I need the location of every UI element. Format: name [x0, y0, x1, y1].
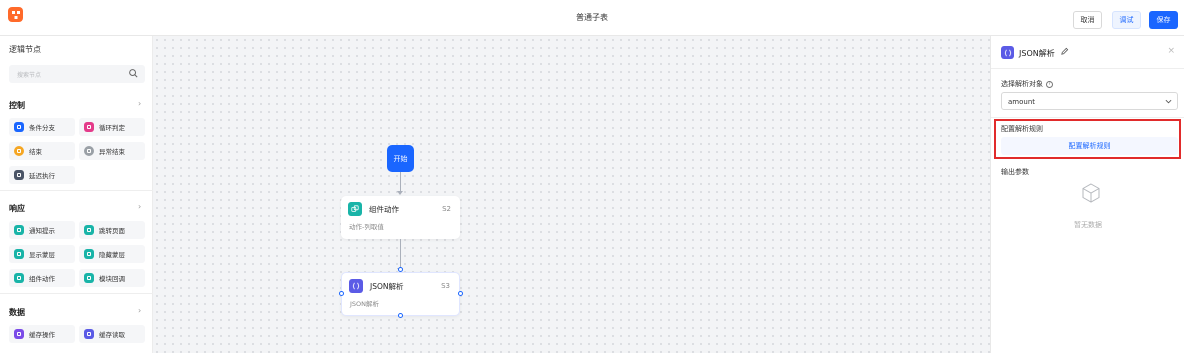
parse-target-select[interactable]: amount: [1001, 92, 1178, 110]
node-subtitle: JSON解析: [350, 300, 380, 308]
hide-mask-icon: [84, 249, 94, 259]
notify-icon: [14, 225, 24, 235]
json-parse-icon: [1001, 46, 1014, 59]
node-id: S3: [441, 282, 450, 290]
right-handle[interactable]: [458, 291, 463, 296]
node-item-notify[interactable]: 通知提示: [9, 221, 75, 239]
cache-read-icon: [84, 329, 94, 339]
json-parse-icon: [349, 279, 363, 293]
node-item-delay[interactable]: 延迟执行: [9, 166, 75, 184]
node-item-cache-op[interactable]: 缓存操作: [9, 325, 75, 343]
node-item-module-callback[interactable]: 模块回调: [79, 269, 145, 287]
node-item-cache-read[interactable]: 缓存读取: [79, 325, 145, 343]
config-label: 配置解析规则: [1001, 125, 1043, 133]
section-divider: [0, 293, 153, 294]
delay-icon: [14, 170, 24, 180]
loop-icon: [84, 122, 94, 132]
panel-title: JSON解析: [1019, 49, 1055, 58]
bottom-handle[interactable]: [398, 313, 403, 318]
node-subtitle: 动作-列取值: [349, 223, 384, 231]
node-label: 通知提示: [29, 227, 55, 235]
flow-canvas[interactable]: [153, 36, 990, 353]
select-value: amount: [1008, 98, 1036, 106]
left-handle[interactable]: [339, 291, 344, 296]
debug-button[interactable]: 调试: [1112, 11, 1141, 29]
end-icon: [14, 146, 24, 156]
close-icon[interactable]: ×: [1167, 46, 1175, 56]
branch-icon: [14, 122, 24, 132]
node-label: 结束: [29, 148, 42, 156]
component-action-icon: [14, 273, 24, 283]
connector-line: [400, 239, 401, 269]
node-item-show-mask[interactable]: 显示蒙层: [9, 245, 75, 263]
search-input[interactable]: 搜索节点: [9, 65, 145, 83]
node-item-jump[interactable]: 跳转页面: [79, 221, 145, 239]
node-label: 延迟执行: [29, 172, 55, 180]
node-item-component-action[interactable]: 组件动作: [9, 269, 75, 287]
cache-op-icon: [14, 329, 24, 339]
node-label: 循环判定: [99, 124, 125, 132]
arrow-down-icon: [397, 191, 403, 195]
node-item-end[interactable]: 结束: [9, 142, 75, 160]
panel-title: 逻辑节点: [9, 45, 41, 54]
section-title-control[interactable]: 控制: [9, 100, 25, 111]
search-icon[interactable]: [128, 68, 139, 79]
component-action-icon: [348, 202, 362, 216]
chevron-down-icon: [1165, 99, 1172, 104]
output-label: 输出参数: [1001, 168, 1029, 176]
node-item-loop[interactable]: 循环判定: [79, 118, 145, 136]
node-label: 隐藏蒙层: [99, 251, 125, 259]
top-bar: 普通子表 取消 调试 保存: [0, 0, 1184, 36]
node-label: 条件分支: [29, 124, 55, 132]
flow-node-component-action[interactable]: 组件动作 S2 动作-列取值: [341, 196, 460, 239]
start-node[interactable]: 开始: [387, 145, 414, 172]
cancel-button[interactable]: 取消: [1073, 11, 1102, 29]
save-button[interactable]: 保存: [1149, 11, 1178, 29]
section-title-response[interactable]: 响应: [9, 203, 25, 214]
section-divider: [0, 190, 153, 191]
module-callback-icon: [84, 273, 94, 283]
config-rules-button[interactable]: 配置解析规则: [1001, 137, 1178, 155]
edit-icon[interactable]: [1060, 47, 1069, 56]
connector-line: [400, 172, 401, 192]
show-mask-icon: [14, 249, 24, 259]
search-placeholder: 搜索节点: [17, 72, 42, 79]
divider: [991, 117, 1184, 118]
error-end-icon: [84, 146, 94, 156]
node-id: S2: [442, 205, 451, 213]
node-item-hide-mask[interactable]: 隐藏蒙层: [79, 245, 145, 263]
node-library-panel: 逻辑节点 搜索节点 控制 › 条件分支 循环判定 结束 异常结束 延迟执行 响应…: [0, 36, 153, 353]
node-label: 显示蒙层: [29, 251, 55, 259]
node-label: 模块回调: [99, 275, 125, 283]
chevron-right-icon[interactable]: ›: [138, 202, 141, 211]
top-handle[interactable]: [398, 267, 403, 272]
node-item-condition[interactable]: 条件分支: [9, 118, 75, 136]
section-title-data[interactable]: 数据: [9, 307, 25, 318]
node-label: 组件动作: [29, 275, 55, 283]
node-label: 缓存读取: [99, 331, 125, 339]
empty-text: 暂无数据: [1074, 221, 1102, 229]
node-title: 组件动作: [369, 205, 399, 214]
jump-icon: [84, 225, 94, 235]
divider: [991, 68, 1184, 69]
node-label: 异常结束: [99, 148, 125, 156]
node-item-error-end[interactable]: 异常结束: [79, 142, 145, 160]
help-icon[interactable]: ?: [1046, 80, 1053, 88]
node-label: 缓存操作: [29, 331, 55, 339]
node-title: JSON解析: [370, 282, 404, 291]
chevron-right-icon[interactable]: ›: [138, 99, 141, 108]
empty-box-icon: [1082, 183, 1100, 203]
page-title: 普通子表: [576, 13, 608, 22]
node-label: 跳转页面: [99, 227, 125, 235]
flow-node-json-parse[interactable]: JSON解析 S3 JSON解析: [341, 272, 460, 316]
select-label: 选择解析对象?: [1001, 79, 1053, 89]
select-label-text: 选择解析对象: [1001, 80, 1043, 88]
chevron-right-icon[interactable]: ›: [138, 306, 141, 315]
